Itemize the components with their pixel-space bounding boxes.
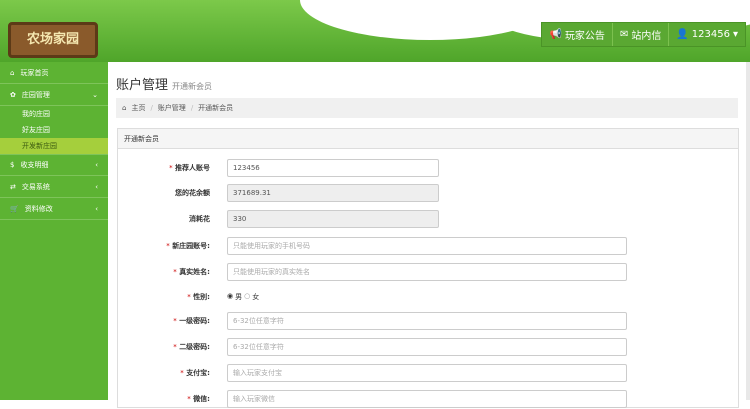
wechat-input[interactable]: 输入玩家微信 <box>227 390 627 408</box>
breadcrumb: ⌂ 主页 / 账户管理 / 开通新会员 <box>116 98 738 118</box>
cart-icon: 🛒 <box>10 204 19 213</box>
sidebar-item-trade[interactable]: ⇄ 交易系统 ‹ <box>0 176 108 198</box>
sidebar-sub-new-manor[interactable]: 开发新庄园 <box>0 138 108 154</box>
breadcrumb-current: 开通新会员 <box>198 104 234 112</box>
cost-field: 330 <box>227 210 439 228</box>
sidebar-item-manor[interactable]: ✿ 庄园管理 ⌄ <box>0 84 108 106</box>
main-content: 账户管理 开通新会员 ⌂ 主页 / 账户管理 / 开通新会员 开通新会员 * 推荐人账… <box>108 62 746 408</box>
password1-input[interactable]: 6-32位任意字符 <box>227 312 627 330</box>
chevron-down-icon: ⌄ <box>92 90 98 99</box>
panel-title: 开通新会员 <box>118 129 738 149</box>
page-subtitle: 开通新会员 <box>172 82 213 91</box>
breadcrumb-account[interactable]: 账户管理 <box>158 103 186 113</box>
caret-down-icon: ▾ <box>732 29 738 40</box>
chevron-left-icon: ‹ <box>95 161 98 169</box>
sidebar: ⌂ 玩家首页 ✿ 庄园管理 ⌄ 我的庄园 好友庄园 开发新庄园 $ 收支明细 ‹ ⇄ 交易系… <box>0 62 108 400</box>
bullhorn-icon: 📢 <box>549 29 562 40</box>
scrollbar[interactable] <box>746 62 750 400</box>
home-icon: ⌂ <box>10 68 15 77</box>
radio-male[interactable]: ◉ <box>227 292 233 302</box>
balance-field: 371689.31 <box>227 184 439 202</box>
password2-input[interactable]: 6-32位任意字符 <box>227 338 627 356</box>
form-panel: 开通新会员 * 推荐人账号 123456 您的花余额 371689.31 消耗花 33… <box>117 128 739 408</box>
sidebar-item-home[interactable]: ⌂ 玩家首页 <box>0 62 108 84</box>
radio-female[interactable]: ○ <box>244 292 250 302</box>
header: 农场家园 📢 玩家公告 ✉ 站内信 👤 123456 ▾ <box>0 0 750 62</box>
home-icon: ⌂ <box>122 104 127 112</box>
referrer-account-input[interactable]: 123456 <box>227 159 439 177</box>
messages-button[interactable]: ✉ 站内信 <box>613 23 670 46</box>
announcement-button[interactable]: 📢 玩家公告 <box>542 23 613 46</box>
user-menu-button[interactable]: 👤 123456 ▾ <box>669 23 745 46</box>
real-name-input[interactable]: 只能使用玩家的真实姓名 <box>227 263 627 281</box>
sidebar-item-finance[interactable]: $ 收支明细 ‹ <box>0 154 108 176</box>
dollar-icon: $ <box>10 161 15 169</box>
chevron-left-icon: ‹ <box>95 204 98 213</box>
sidebar-sub-my-manor[interactable]: 我的庄园 <box>0 106 108 122</box>
envelope-icon: ✉ <box>619 29 629 40</box>
logo[interactable]: 农场家园 <box>8 22 98 58</box>
gift-icon: ✿ <box>10 90 16 99</box>
user-icon: 👤 <box>676 29 689 40</box>
alipay-input[interactable]: 输入玩家支付宝 <box>227 364 627 382</box>
page-title: 账户管理 开通新会员 <box>116 78 213 93</box>
sidebar-sub-friend-manor[interactable]: 好友庄园 <box>0 122 108 138</box>
new-account-input[interactable]: 只能使用玩家的手机号码 <box>227 237 627 255</box>
chevron-left-icon: ‹ <box>95 182 98 191</box>
exchange-icon: ⇄ <box>10 182 16 191</box>
sidebar-item-profile[interactable]: 🛒 资料修改 ‹ <box>0 198 108 220</box>
breadcrumb-home[interactable]: 主页 <box>131 103 145 113</box>
